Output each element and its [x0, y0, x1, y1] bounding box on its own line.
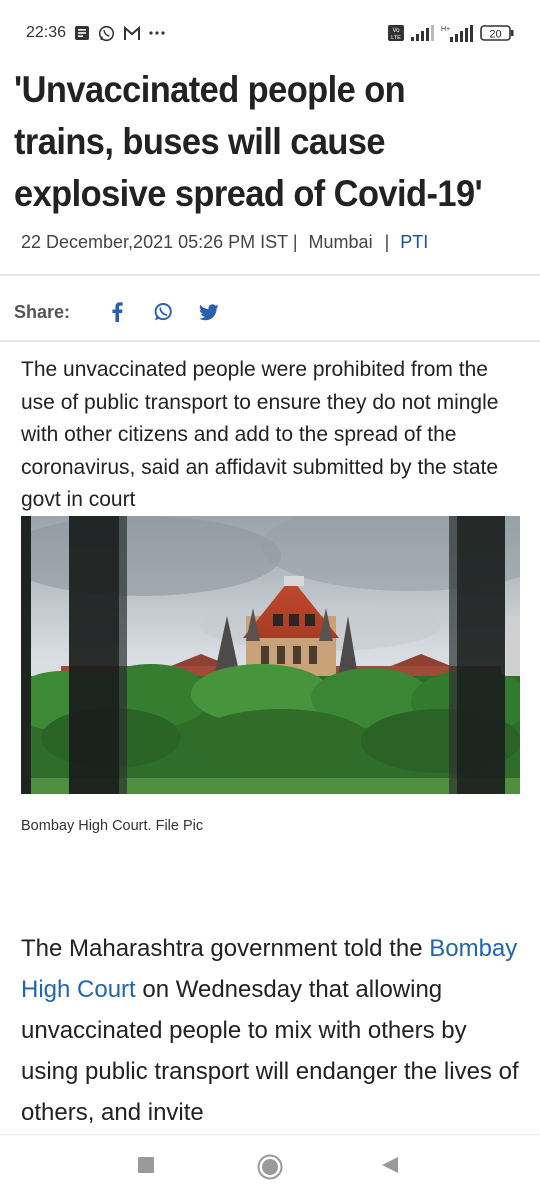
meta-separator: | [384, 232, 390, 252]
facebook-share-button[interactable] [94, 297, 140, 327]
svg-text:Vo: Vo [392, 28, 400, 34]
home-button[interactable] [256, 1153, 284, 1181]
recents-button[interactable] [136, 1155, 156, 1175]
facebook-icon [112, 302, 123, 322]
body-text-start: The Maharashtra government told the [21, 935, 423, 962]
signal-strength-icon-1 [410, 25, 434, 41]
article-body: The Maharashtra government told the Bomb… [21, 928, 526, 1133]
back-button[interactable] [380, 1155, 400, 1175]
status-bar: 22:36 Vo LTE H+ 20 [0, 0, 540, 66]
svg-text:H+: H+ [441, 26, 450, 33]
bombay-high-court-photo [21, 516, 520, 794]
news-icon [74, 25, 90, 41]
meta-separator: | [292, 232, 298, 252]
article-location: Mumbai [308, 232, 373, 252]
article-headline: 'Unvaccinated people on trains, buses wi… [14, 69, 483, 214]
gmail-icon [123, 25, 141, 41]
svg-text:LTE: LTE [391, 35, 401, 41]
whatsapp-icon [98, 25, 115, 42]
article-image [21, 516, 520, 794]
divider [0, 340, 540, 342]
recents-square-icon [138, 1157, 154, 1173]
back-triangle-icon [382, 1157, 398, 1173]
article-summary: The unvaccinated people were prohibited … [21, 358, 499, 511]
status-bar-right: Vo LTE H+ 20 [388, 24, 514, 42]
article-date: 22 December,2021 05:26 PM IST [21, 232, 288, 252]
divider [0, 274, 540, 276]
twitter-share-button[interactable] [186, 297, 232, 327]
share-label: Share: [14, 301, 71, 322]
image-caption: Bombay High Court. File Pic [21, 818, 204, 834]
more-icon [149, 30, 165, 36]
volte-icon: Vo LTE [388, 24, 404, 42]
status-bar-left: 22:36 [26, 24, 165, 42]
article-meta: 22 December,2021 05:26 PM IST | Mumbai |… [21, 232, 428, 253]
status-time: 22:36 [26, 24, 67, 41]
article-source[interactable]: PTI [400, 232, 428, 252]
twitter-icon [199, 303, 219, 320]
home-circle-icon [257, 1154, 283, 1180]
whatsapp-icon [154, 303, 172, 321]
battery-level: 20 [489, 29, 501, 41]
system-navigation-bar [0, 1134, 540, 1201]
battery-icon: 20 [480, 24, 514, 42]
share-bar: Share: [14, 297, 232, 327]
whatsapp-share-button[interactable] [140, 297, 186, 327]
signal-strength-icon-2: H+ [440, 24, 474, 42]
